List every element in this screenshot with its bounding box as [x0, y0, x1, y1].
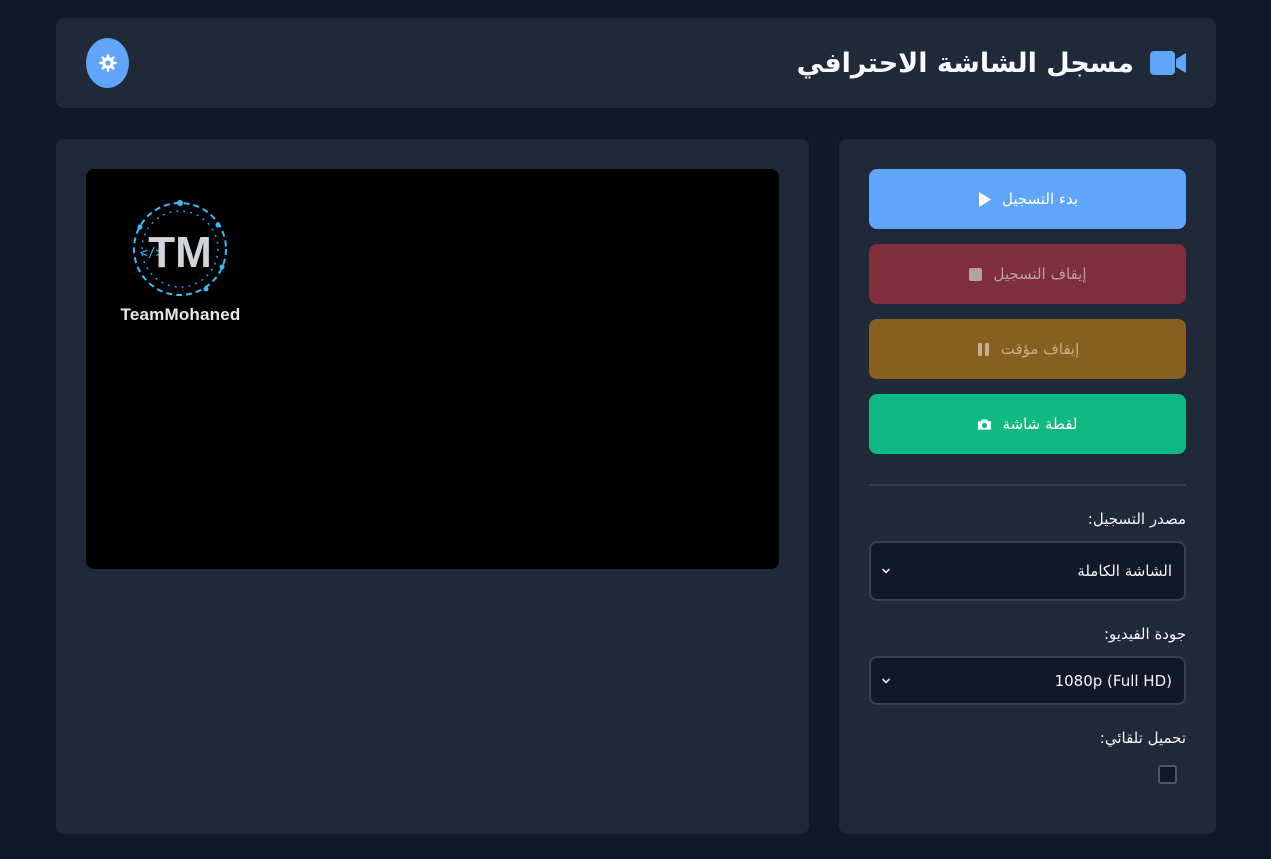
preview-panel: </> TM TeamMohaned: [56, 139, 809, 834]
stop-icon: [969, 267, 983, 281]
app-header: مسجل الشاشة الاحترافي: [56, 18, 1216, 108]
auto-download-label: تحميل تلقائي:: [1099, 729, 1186, 747]
play-icon: [978, 191, 991, 207]
divider: [869, 484, 1186, 486]
page-title: مسجل الشاشة الاحترافي: [796, 47, 1134, 79]
chevron-down-icon: [881, 677, 891, 684]
source-select-value: الشاشة الكاملة: [1077, 562, 1172, 580]
quality-label: جودة الفيديو:: [1103, 625, 1186, 643]
stop-recording-label: إيقاف التسجيل: [993, 265, 1087, 283]
source-label: مصدر التسجيل:: [1087, 510, 1186, 528]
pause-recording-label: إيقاف مؤقت: [1000, 340, 1080, 358]
controls-panel: بدء التسجيل إيقاف التسجيل إيقاف مؤقت لقط…: [839, 139, 1216, 834]
gear-icon: [98, 54, 117, 72]
source-select[interactable]: الشاشة الكاملة: [869, 541, 1186, 601]
quality-select[interactable]: 1080p (Full HD): [869, 656, 1186, 705]
camera-icon: [978, 418, 992, 430]
logo-text: TeamMohaned: [120, 305, 241, 324]
svg-text:TM: TM: [148, 228, 212, 277]
quality-select-value: 1080p (Full HD): [1054, 671, 1172, 690]
auto-download-checkbox[interactable]: [1158, 765, 1177, 784]
circuit-logo-icon: </> TM: [133, 200, 227, 296]
video-preview: </> TM TeamMohaned: [86, 169, 779, 569]
screenshot-button[interactable]: لقطة شاشة: [869, 394, 1186, 454]
chevron-down-icon: [881, 568, 891, 574]
video-camera-icon: [1150, 51, 1186, 75]
pause-recording-button[interactable]: إيقاف مؤقت: [869, 319, 1186, 379]
screenshot-label: لقطة شاشة: [1002, 415, 1078, 433]
team-logo: </> TM TeamMohaned: [118, 197, 243, 327]
start-recording-button[interactable]: بدء التسجيل: [869, 169, 1186, 229]
theme-toggle-button[interactable]: [86, 38, 129, 88]
stop-recording-button[interactable]: إيقاف التسجيل: [869, 244, 1186, 304]
pause-icon: [977, 342, 989, 356]
start-recording-label: بدء التسجيل: [1001, 190, 1079, 208]
